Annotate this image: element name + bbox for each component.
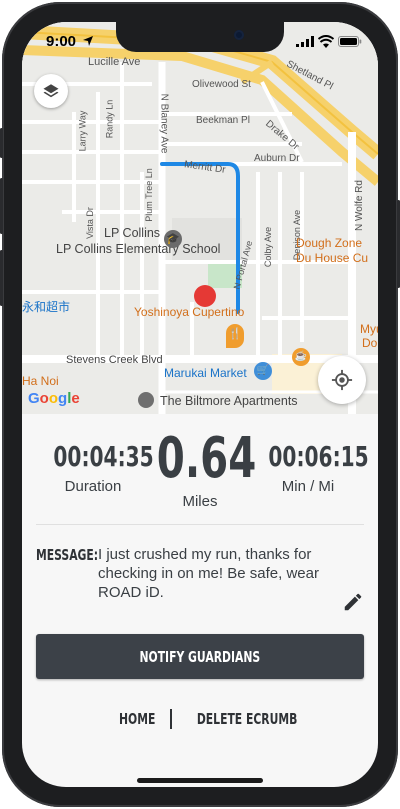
edit-message-icon[interactable] bbox=[342, 591, 364, 613]
street-label: N Blaney Ave bbox=[158, 93, 170, 154]
home-link[interactable]: HOME bbox=[119, 710, 155, 728]
screen: Lucille Ave Olivewood St Shetland Pl Bee… bbox=[22, 22, 378, 787]
google-logo: Google bbox=[28, 390, 80, 407]
street-label: Auburn Dr bbox=[254, 153, 300, 164]
notify-guardians-button[interactable]: NOTIFY GUARDIANS bbox=[36, 634, 364, 679]
street-label: Olivewood St bbox=[192, 79, 251, 90]
street-label: Beekman Pl bbox=[196, 115, 250, 126]
street-label: Randy Ln bbox=[104, 99, 115, 139]
signal-icon bbox=[296, 36, 314, 47]
poi-yoshinoya: Yoshinoya Cupertino bbox=[134, 305, 245, 319]
school-icon: 🎓 bbox=[164, 230, 182, 248]
poi-marukai: Marukai Market bbox=[164, 366, 247, 380]
run-stats: 00:04:35 Duration 0.64 Miles 00:06:15 Mi… bbox=[22, 422, 378, 522]
street-label: Stevens Creek Blvd bbox=[66, 354, 163, 366]
poi-school: LP Collins Elementary School bbox=[56, 242, 221, 256]
street-label: Larry Way bbox=[77, 110, 88, 152]
notify-guardians-label: NOTIFY GUARDIANS bbox=[139, 647, 261, 666]
divider bbox=[36, 524, 364, 525]
delete-ecrumb-link[interactable]: DELETE ECRUMB bbox=[197, 710, 297, 728]
message-label: MESSAGE: bbox=[36, 546, 99, 564]
home-indicator[interactable] bbox=[137, 778, 263, 783]
my-location-button[interactable] bbox=[318, 356, 366, 404]
poi-myu: Myu bbox=[360, 322, 378, 336]
pace-label: Min / Mi bbox=[281, 478, 335, 495]
street-label: N Wolfe Rd bbox=[353, 180, 365, 231]
pace-value: 00:06:15 bbox=[268, 440, 369, 473]
duration-value: 00:04:35 bbox=[53, 440, 154, 473]
place-pin-icon bbox=[138, 392, 154, 408]
cafe-icon: ☕ bbox=[292, 348, 310, 366]
crosshair-icon bbox=[331, 369, 353, 391]
map-layers-button[interactable] bbox=[34, 74, 68, 108]
message-text: I just crushed my run, thanks for checki… bbox=[98, 546, 319, 601]
poi-market-cn: 永和超市 bbox=[22, 300, 71, 314]
restaurant-icon: 🍴 bbox=[226, 324, 244, 348]
location-arrow-icon bbox=[83, 36, 93, 46]
distance-value: 0.64 bbox=[156, 426, 257, 491]
shopping-icon: 🛒 bbox=[254, 362, 272, 380]
map-view[interactable]: Lucille Ave Olivewood St Shetland Pl Bee… bbox=[22, 22, 378, 414]
poi-biltmore: The Biltmore Apartments bbox=[160, 394, 298, 408]
volume-up-button bbox=[0, 178, 3, 234]
wifi-icon bbox=[318, 35, 334, 48]
footer-separator bbox=[170, 709, 172, 729]
street-label: Plum Tree Ln bbox=[143, 168, 154, 222]
poi-do: Do bbox=[362, 336, 378, 350]
poi-hanoi: Ha Noi bbox=[22, 374, 59, 388]
duration-label: Duration bbox=[64, 478, 122, 495]
poi-dough-zone: Dough Zone Du House Cu bbox=[296, 236, 369, 265]
battery-icon bbox=[338, 36, 362, 47]
status-time: 9:00 bbox=[46, 33, 77, 50]
volume-down-button bbox=[0, 250, 3, 306]
distance-label: Miles bbox=[182, 493, 218, 510]
layers-icon bbox=[43, 84, 59, 98]
street-label: Colby Ave bbox=[263, 226, 274, 268]
camera-icon bbox=[234, 30, 244, 40]
camera-notch bbox=[116, 22, 284, 52]
current-location-marker bbox=[194, 285, 216, 307]
street-label: Vista Dr bbox=[84, 207, 95, 239]
mute-switch bbox=[0, 128, 3, 158]
poi-school-line1: LP Collins bbox=[104, 226, 161, 240]
